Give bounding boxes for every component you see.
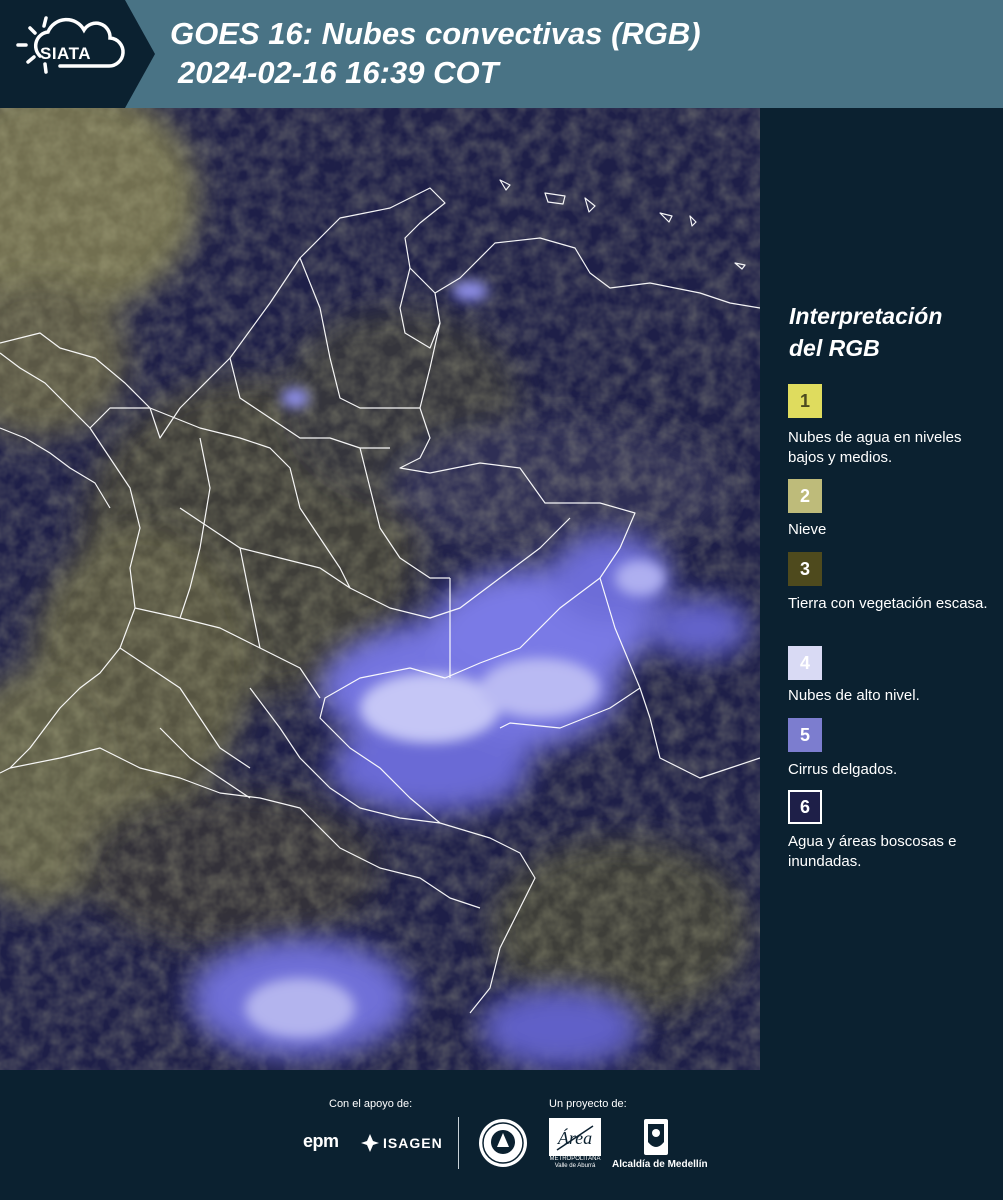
- legend-label-2: Nieve: [788, 521, 827, 538]
- legend-swatch-6: 6: [788, 790, 822, 824]
- amva-line2: Valle de Aburrá: [554, 1163, 596, 1169]
- legend-swatch-2: 2: [788, 479, 822, 513]
- header-bar: SIATA GOES 16: Nubes convectivas (RGB) 2…: [0, 0, 1003, 108]
- page-title: GOES 16: Nubes convectivas (RGB): [170, 16, 701, 51]
- epm-logo: epm: [303, 1131, 339, 1151]
- satellite-rgb-map: [0, 108, 760, 1070]
- isagen-logo: ISAGEN: [383, 1135, 443, 1151]
- legend-label-6: Agua y áreas boscosas e inundadas.: [788, 833, 957, 870]
- amva-logo-icon: Área: [549, 1118, 601, 1156]
- medellin-coat-of-arms-icon: [644, 1119, 668, 1155]
- siata-logo-text: SIATA: [40, 44, 91, 63]
- legend-swatch-1: 1: [788, 384, 822, 418]
- legend-label-3: Tierra con vegetación escasa.: [788, 595, 988, 612]
- legend-swatch-5: 5: [788, 718, 822, 752]
- amva-caption: METROPOLITANA Valle de Aburrá: [549, 1156, 601, 1170]
- legend-swatch-3: 3: [788, 552, 822, 586]
- legend-label-4: Nubes de alto nivel.: [788, 687, 920, 704]
- legend-title: Interpretación del RGB: [789, 300, 989, 364]
- amva-line1: METROPOLITANA: [549, 1156, 601, 1162]
- isagen-icon: [361, 1134, 379, 1152]
- siata-logo: SIATA: [0, 0, 155, 108]
- support-label: Con el apoyo de:: [329, 1098, 413, 1110]
- legend-swatch-4: 4: [788, 646, 822, 680]
- footer-divider: [458, 1117, 459, 1169]
- legend-label-5: Cirrus delgados.: [788, 761, 898, 778]
- medellin-label: Alcaldía de Medellín: [612, 1159, 708, 1170]
- satellite-image: [0, 108, 760, 1070]
- page-timestamp: 2024-02-16 16:39 COT: [178, 55, 499, 90]
- legend-title-line2: del RGB: [789, 335, 880, 361]
- project-label: Un proyecto de:: [549, 1098, 627, 1110]
- legend-panel: Interpretación del RGB 1 Nubes de agua e…: [776, 108, 1003, 1070]
- medellin-seal-icon: [479, 1119, 527, 1167]
- legend-label-1: Nubes de agua en niveles bajos y medios.: [788, 429, 962, 466]
- legend-title-line1: Interpretación: [789, 303, 943, 329]
